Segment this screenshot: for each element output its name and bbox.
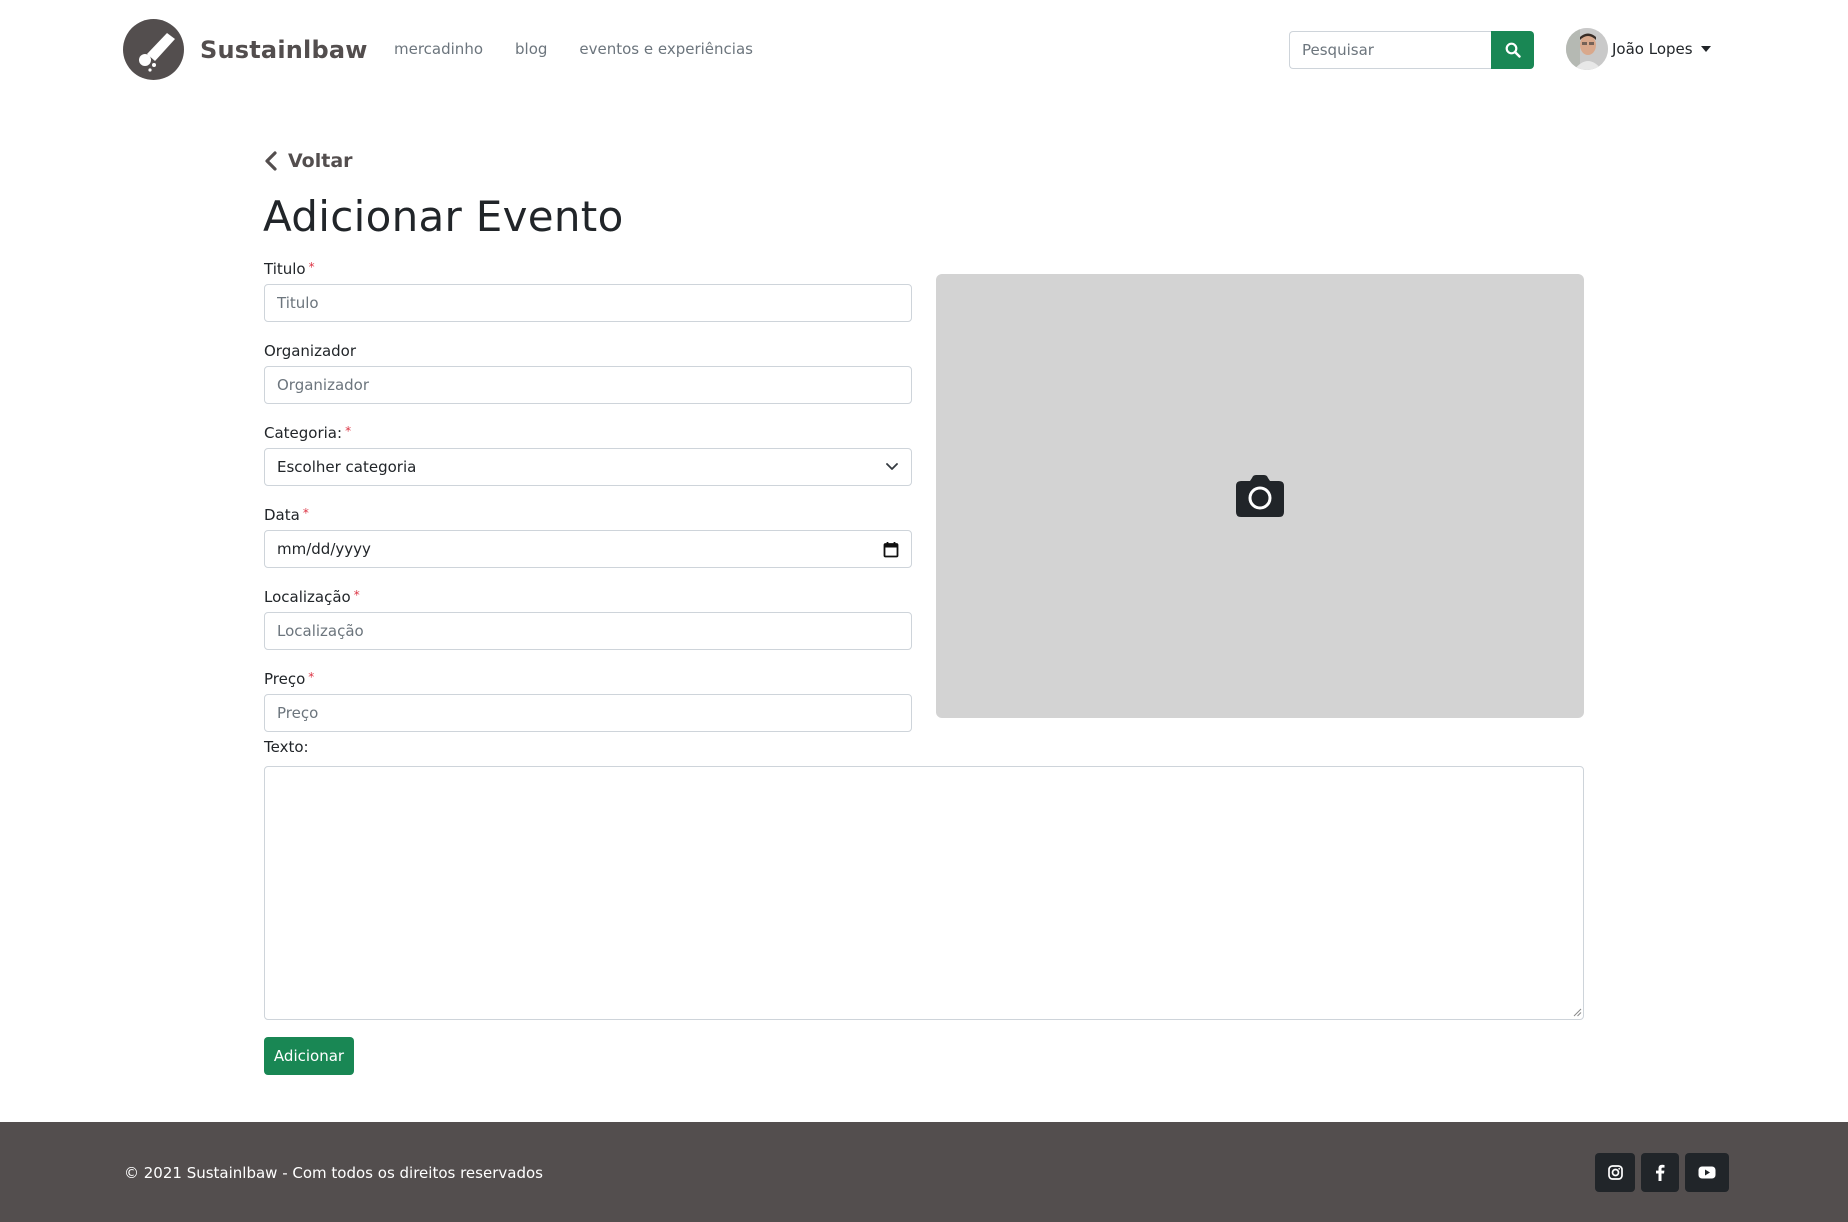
required-mark: * — [353, 588, 360, 602]
instagram-icon — [1607, 1165, 1623, 1180]
organizador-label: Organizador — [264, 342, 357, 360]
field-organizador: Organizador — [264, 342, 912, 404]
camera-icon — [1236, 475, 1284, 517]
texto-textarea[interactable] — [264, 766, 1584, 1020]
caret-down-icon — [1700, 46, 1711, 52]
user-menu-toggle[interactable]: João Lopes — [1566, 28, 1711, 70]
required-mark: * — [302, 506, 309, 520]
search-input[interactable] — [1289, 31, 1491, 69]
chevron-left-icon — [265, 151, 277, 171]
footer: © 2021 Sustainlbaw - Com todos os direit… — [0, 1122, 1848, 1222]
event-form: Titulo* Organizador Categoria:* Escolher… — [264, 260, 912, 752]
field-localizacao: Localização * — [264, 588, 912, 650]
nav-links: mercadinho blog eventos e experiências — [394, 40, 785, 58]
categoria-label: Categoria: * — [264, 424, 912, 442]
field-titulo: Titulo * — [264, 260, 912, 322]
navbar: Sustainlbaw mercadinho blog eventos e ex… — [0, 0, 1848, 100]
resize-grip-icon[interactable] — [1573, 1008, 1582, 1017]
chevron-down-icon — [886, 463, 898, 470]
nav-link-mercadinho[interactable]: mercadinho — [394, 40, 483, 58]
add-event-button[interactable]: Adicionar — [264, 1037, 354, 1075]
search-form — [1289, 31, 1534, 69]
data-input[interactable]: mm/dd/yyyy — [264, 530, 912, 568]
localizacao-label-text: Localização — [264, 588, 351, 606]
back-link-label: Voltar — [288, 150, 353, 172]
data-label-text: Data — [264, 506, 300, 524]
localizacao-label: Localização * — [264, 588, 912, 606]
brand-name: Sustainlbaw — [200, 35, 368, 64]
social-links — [1595, 1153, 1735, 1192]
localizacao-input[interactable] — [264, 612, 912, 650]
field-categoria: Categoria: * Escolher categoria — [264, 424, 912, 486]
data-label: Data * — [264, 506, 912, 524]
page-title: Adicionar Evento — [263, 192, 624, 241]
titulo-label: Titulo * — [264, 260, 912, 278]
titulo-label-text: Titulo — [264, 260, 306, 278]
categoria-label-text: Categoria: — [264, 424, 343, 442]
field-preco: Preço * — [264, 670, 912, 732]
titulo-input[interactable] — [264, 284, 912, 322]
required-mark: * — [308, 260, 315, 274]
required-mark: * — [308, 670, 315, 684]
image-upload-area[interactable] — [936, 274, 1584, 718]
categoria-select[interactable]: Escolher categoria — [264, 448, 912, 486]
avatar — [1566, 28, 1608, 70]
youtube-button[interactable] — [1685, 1153, 1729, 1192]
search-icon — [1505, 42, 1521, 58]
facebook-button[interactable] — [1641, 1153, 1679, 1192]
user-name: João Lopes — [1612, 40, 1693, 58]
instagram-button[interactable] — [1595, 1153, 1635, 1192]
nav-link-blog[interactable]: blog — [515, 40, 547, 58]
brand-logo-icon — [123, 19, 184, 80]
categoria-selected-value: Escolher categoria — [277, 458, 417, 476]
back-link[interactable]: Voltar — [264, 150, 353, 172]
date-value: mm/dd/yyyy — [277, 540, 371, 558]
search-button[interactable] — [1491, 31, 1534, 69]
copyright-text: © 2021 Sustainlbaw - Com todos os direit… — [124, 1164, 543, 1182]
field-data: Data * mm/dd/yyyy — [264, 506, 912, 568]
preco-label: Preço * — [264, 670, 912, 688]
youtube-icon — [1698, 1166, 1716, 1179]
organizador-input[interactable] — [264, 366, 912, 404]
required-mark: * — [345, 424, 352, 438]
preco-label-text: Preço — [264, 670, 306, 688]
calendar-icon[interactable] — [883, 541, 899, 558]
texto-label: Texto: — [264, 738, 309, 756]
facebook-icon — [1656, 1164, 1665, 1181]
nav-link-eventos[interactable]: eventos e experiências — [579, 40, 753, 58]
preco-input[interactable] — [264, 694, 912, 732]
brand-link[interactable]: Sustainlbaw — [123, 19, 368, 80]
